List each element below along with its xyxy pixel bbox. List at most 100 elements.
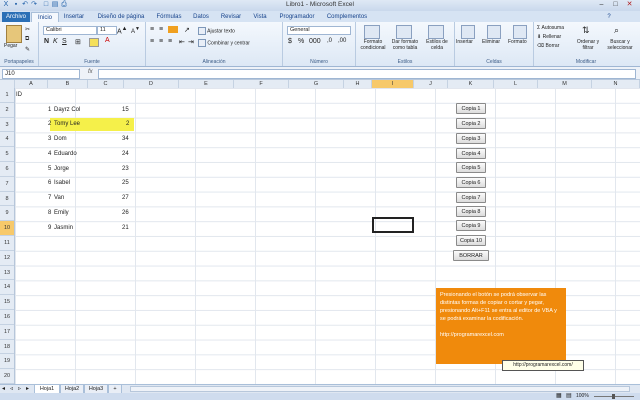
sheet-nav-last-icon[interactable]: ▸	[26, 385, 29, 392]
find-select-button[interactable]: Buscar y seleccionar	[604, 39, 636, 51]
cell-name[interactable]: Jorge	[54, 163, 69, 176]
row-header[interactable]: 20	[0, 369, 14, 384]
delete-cells-button[interactable]: Eliminar	[482, 39, 500, 45]
cell-id[interactable]: 8	[48, 207, 51, 220]
cell-value[interactable]: 23	[122, 163, 129, 176]
cut-icon[interactable]: ✂	[25, 26, 30, 33]
cell-name[interactable]: Isabel	[54, 177, 70, 190]
sheet-nav-prev-icon[interactable]: ◃	[10, 385, 13, 392]
row-header[interactable]: 18	[0, 340, 14, 355]
cell-id[interactable]: 2	[48, 118, 51, 131]
row-header[interactable]: 13	[0, 266, 14, 281]
tab-formulas[interactable]: Fórmulas	[152, 12, 186, 22]
row-header[interactable]: 7	[0, 177, 14, 192]
sort-filter-icon[interactable]: ⇅	[582, 25, 590, 36]
copy-9-button[interactable]: Copia 9	[456, 220, 486, 231]
cell-value[interactable]: 26	[122, 207, 129, 220]
conditional-format-icon[interactable]	[364, 25, 380, 39]
help-icon[interactable]: ?	[604, 12, 614, 22]
conditional-format-button[interactable]: Formato condicional	[358, 39, 388, 51]
row-header[interactable]: 14	[0, 280, 14, 296]
close-icon[interactable]: ✕	[624, 1, 635, 9]
align-center-icon[interactable]: ≡	[159, 38, 163, 45]
format-table-icon[interactable]	[396, 25, 412, 39]
column-header[interactable]: A	[15, 80, 48, 88]
cell-id[interactable]: 7	[48, 192, 51, 205]
italic-icon[interactable]: K	[53, 38, 58, 45]
format-table-button[interactable]: Dar formato como tabla	[390, 39, 420, 51]
borders-icon[interactable]: ⊞	[75, 38, 81, 46]
cell-id[interactable]: 4	[48, 148, 51, 161]
sort-filter-button[interactable]: Ordenar y filtrar	[574, 39, 602, 51]
cell-name[interactable]: Tomy Lee	[54, 118, 80, 131]
column-header[interactable]: N	[592, 80, 640, 88]
maximize-icon[interactable]: □	[610, 1, 621, 9]
column-header[interactable]: K	[448, 80, 494, 88]
number-format-select[interactable]: General	[287, 26, 351, 35]
delete-cells-icon[interactable]	[487, 25, 501, 39]
cell-value[interactable]: 21	[122, 222, 129, 235]
font-color-icon[interactable]: A	[105, 37, 110, 44]
underline-icon[interactable]: S	[62, 38, 67, 45]
font-size-select[interactable]: 11	[97, 26, 117, 35]
column-header[interactable]: D	[124, 80, 179, 88]
copy-5-button[interactable]: Copia 5	[456, 162, 486, 173]
column-header[interactable]: C	[88, 80, 124, 88]
active-cell-selection[interactable]	[372, 217, 414, 233]
column-header[interactable]: F	[234, 80, 289, 88]
bold-icon[interactable]: N	[44, 38, 49, 45]
paste-button[interactable]: Pegar	[4, 43, 17, 49]
merge-center-button[interactable]: Combinar y centrar	[198, 39, 250, 47]
select-all-corner[interactable]	[0, 80, 15, 88]
align-middle-icon[interactable]: ≡	[159, 26, 163, 33]
insert-cells-icon[interactable]	[461, 25, 475, 39]
align-bottom-icon[interactable]	[168, 26, 178, 33]
cell-name[interactable]: Van	[54, 192, 64, 205]
cell-name[interactable]: Dom	[54, 133, 67, 146]
cell-id[interactable]: 9	[48, 222, 51, 235]
font-name-select[interactable]: Calibri	[43, 26, 97, 35]
copy-8-button[interactable]: Copia 8	[456, 206, 486, 217]
formula-input[interactable]	[98, 69, 636, 79]
autosum-button[interactable]: Σ Autosuma	[537, 25, 564, 31]
copy-6-button[interactable]: Copia 6	[456, 177, 486, 188]
paste-icon[interactable]	[6, 25, 22, 43]
minimize-icon[interactable]: –	[596, 1, 607, 9]
increase-indent-icon[interactable]: ⇥	[188, 38, 194, 46]
row-header[interactable]: 15	[0, 295, 14, 310]
sheet-nav-first-icon[interactable]: ◂	[2, 385, 5, 392]
cell-name[interactable]: Jasmin	[54, 222, 73, 235]
copy-3-button[interactable]: Copia 3	[456, 133, 486, 144]
align-left-icon[interactable]: ≡	[150, 38, 154, 45]
tab-developer[interactable]: Programador	[274, 12, 320, 22]
row-header[interactable]: 8	[0, 192, 14, 207]
fill-color-icon[interactable]	[89, 38, 99, 47]
cell-name[interactable]: Dayrz Col	[54, 104, 80, 117]
copy-icon[interactable]: ⧉	[25, 36, 29, 43]
orientation-icon[interactable]: ↗	[184, 26, 190, 34]
horizontal-scrollbar[interactable]	[130, 386, 630, 392]
row-header-active[interactable]: 10	[0, 221, 14, 236]
row-header[interactable]: 12	[0, 251, 14, 266]
increase-decimal-icon[interactable]: ,0	[327, 38, 332, 44]
cell-name[interactable]: Eduardo	[54, 148, 77, 161]
copy-2-button[interactable]: Copia 2	[456, 118, 486, 129]
tab-insert[interactable]: Insertar	[58, 12, 90, 22]
zoom-level[interactable]: 100%	[576, 393, 589, 400]
row-header[interactable]: 5	[0, 147, 14, 162]
column-header-active[interactable]: I	[372, 80, 414, 88]
row-header[interactable]: 1	[0, 88, 14, 103]
decrease-decimal-icon[interactable]: ,00	[338, 38, 346, 44]
cell-value[interactable]: 34	[122, 133, 129, 146]
column-header[interactable]: E	[179, 80, 234, 88]
column-header[interactable]: G	[289, 80, 344, 88]
cell-styles-icon[interactable]	[428, 25, 444, 39]
grow-font-icon[interactable]: A▲	[117, 26, 127, 35]
copy-10-button[interactable]: Copia 10	[456, 235, 486, 246]
tab-page-layout[interactable]: Diseño de página	[92, 12, 150, 22]
format-cells-icon[interactable]	[513, 25, 527, 39]
cell-value[interactable]: 2	[126, 118, 129, 131]
decrease-indent-icon[interactable]: ⇤	[179, 38, 185, 46]
copy-7-button[interactable]: Copia 7	[456, 192, 486, 203]
cell-value[interactable]: 15	[122, 104, 129, 117]
